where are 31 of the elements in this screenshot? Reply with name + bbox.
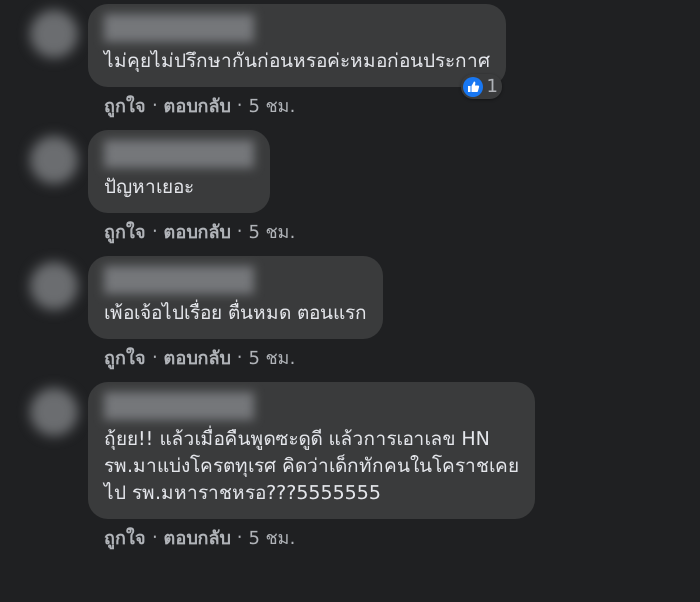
separator-dot: · xyxy=(236,95,242,116)
reaction-count: 1 xyxy=(486,76,498,97)
comment-text: เพ้อเจ้อไปเรื่อย ตื่นหมด ตอนแรก xyxy=(104,300,368,327)
reaction-badge[interactable]: 1 xyxy=(460,74,502,99)
like-link[interactable]: ถูกใจ xyxy=(104,91,146,120)
separator-dot: · xyxy=(236,347,242,368)
comment-time[interactable]: 5 ชม. xyxy=(248,523,296,552)
separator-dot: · xyxy=(152,95,158,116)
separator-dot: · xyxy=(152,347,158,368)
comment-time[interactable]: 5 ชม. xyxy=(248,91,296,120)
separator-dot: · xyxy=(152,221,158,242)
comment-time[interactable]: 5 ชม. xyxy=(248,217,296,246)
like-link[interactable]: ถูกใจ xyxy=(104,217,146,246)
comment-text: ปัญหาเยอะ xyxy=(104,175,194,200)
avatar[interactable] xyxy=(30,388,78,436)
like-link[interactable]: ถูกใจ xyxy=(104,523,146,552)
reply-link[interactable]: ตอบกลับ xyxy=(164,91,231,120)
reply-link[interactable]: ตอบกลับ xyxy=(164,217,231,246)
thumbs-up-icon xyxy=(462,76,483,96)
avatar[interactable] xyxy=(30,136,78,184)
like-link[interactable]: ถูกใจ xyxy=(104,343,146,372)
reply-link[interactable]: ตอบกลับ xyxy=(164,343,231,372)
comment-time[interactable]: 5 ชม. xyxy=(248,343,296,372)
comment-text: ไม่คุยไม่ปรึกษากันก่อนหรอค่ะหมอก่อนประกาศ xyxy=(104,49,490,74)
separator-dot: · xyxy=(236,221,242,242)
reply-link[interactable]: ตอบกลับ xyxy=(164,523,231,552)
avatar[interactable] xyxy=(30,10,78,58)
avatar[interactable] xyxy=(30,262,78,310)
comment-text: ถุ้ยย!! แล้วเมื่อคืนพูดซะดูดี แล้วการเอาเลข HN รพ.มาแบ่งโครตทุเรศ คิดว่าเด็กทักคนในโคราชเคย ไป รพ.มหาราชหรอ???5555555 xyxy=(104,426,520,507)
separator-dot: · xyxy=(152,527,158,548)
separator-dot: · xyxy=(236,527,242,548)
